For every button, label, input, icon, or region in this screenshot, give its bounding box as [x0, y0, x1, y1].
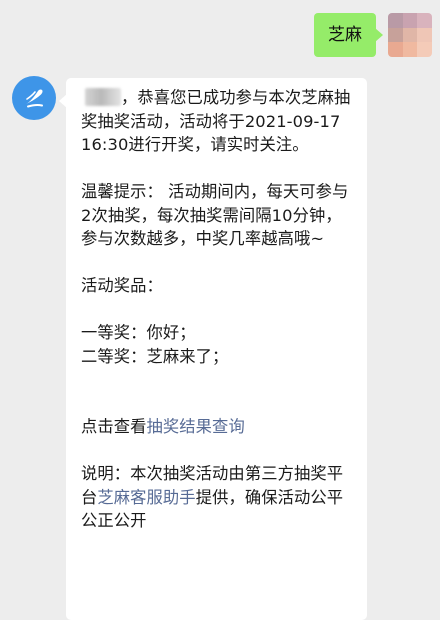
check-results-line: 点击查看抽奖结果查询 [81, 415, 353, 439]
blurred-username [85, 88, 121, 106]
avatar-pixel [388, 42, 403, 57]
prizes-heading: 活动奖品： [81, 276, 163, 295]
bot-avatar[interactable] [12, 76, 56, 120]
check-results-prefix: 点击查看 [81, 417, 147, 436]
intro-text: ，恭喜您已成功参与本次芝麻抽奖抽奖活动，活动将于2021-09-17 16:30… [81, 88, 351, 154]
avatar-pixel [417, 42, 432, 57]
avatar-pixel [417, 27, 432, 43]
note-paragraph: 说明：本次抽奖活动由第三方抽奖平台芝麻客服助手提供，确保活动公平公正公开 [81, 462, 353, 533]
avatar-pixel [388, 27, 403, 43]
lottery-results-link[interactable]: 抽奖结果查询 [147, 417, 245, 436]
outgoing-message-bubble[interactable]: 芝麻 [314, 13, 383, 57]
avatar-pixel [402, 42, 418, 57]
avatar-pixel [417, 13, 432, 28]
second-prize: 二等奖：芝麻来了； [81, 346, 229, 366]
service-assistant-link[interactable]: 芝麻客服助手 [97, 488, 195, 507]
user-avatar[interactable] [388, 13, 432, 57]
outgoing-message-row: 芝麻 [314, 13, 432, 57]
avatar-pixel [402, 27, 418, 43]
avatar-pixel [388, 13, 403, 28]
message-paragraph-tips: 温馨提示： 活动期间内，每天可参与2次抽奖，每次抽奖需间隔10分钟，参与次数越多… [81, 182, 349, 248]
message-paragraph-intro: ，恭喜您已成功参与本次芝麻抽奖抽奖活动，活动将于2021-09-17 16:30… [81, 86, 353, 157]
first-prize: 一等奖：你好； [81, 323, 196, 342]
bot-logo-icon [26, 89, 43, 108]
outgoing-message-text: 芝麻 [328, 25, 362, 45]
avatar-pixel [402, 13, 418, 28]
incoming-message-bubble[interactable]: ，恭喜您已成功参与本次芝麻抽奖抽奖活动，活动将于2021-09-17 16:30… [59, 78, 367, 620]
